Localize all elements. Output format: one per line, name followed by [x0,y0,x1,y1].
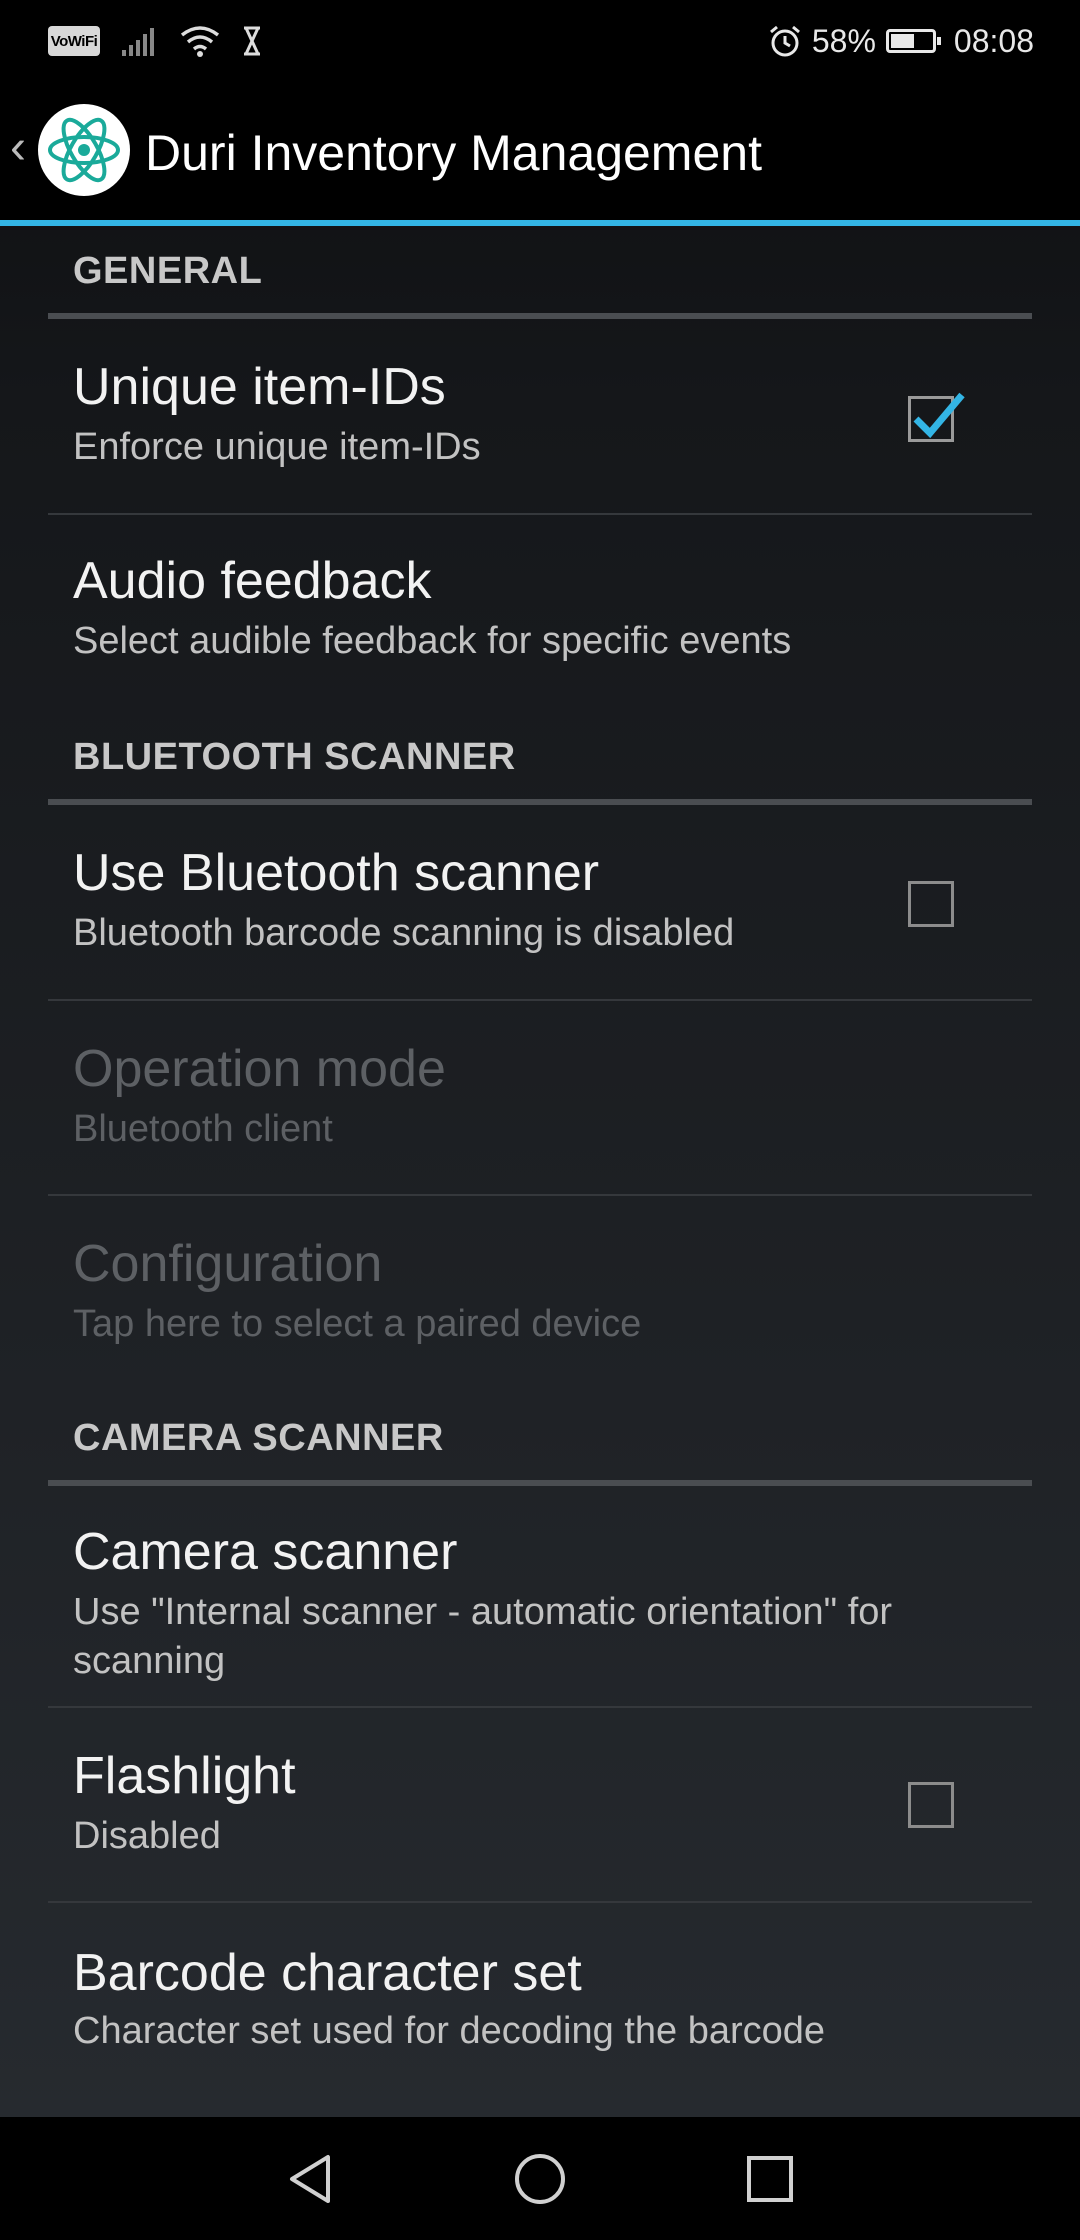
pref-title: Camera scanner [73,1523,458,1581]
wifi-icon [180,26,220,57]
pref-barcode-character-set[interactable]: Barcode character set Character set used… [48,1903,1032,2098]
atom-logo-icon[interactable] [38,104,130,196]
pref-title: Operation mode [73,1040,446,1098]
hourglass-icon [244,26,260,56]
square-recents-icon[interactable] [738,2147,802,2211]
pref-summary: Enforce unique item-IDs [73,426,481,468]
flashlight-checkbox[interactable] [908,1782,954,1828]
pref-summary: Select audible feedback for specific eve… [73,620,792,662]
pref-title: Unique item-IDs [73,358,446,416]
clock: 08:08 [953,22,1034,59]
app-title: Duri Inventory Management [145,125,762,181]
section-header-bluetooth: BLUETOOTH SCANNER [48,705,1032,805]
pref-summary: Character set used for decoding the barc… [73,2010,826,2052]
pref-summary: Disabled [73,1815,221,1857]
vowifi-icon: VoWiFi [48,26,100,56]
pref-summary: Bluetooth client [73,1108,333,1150]
pref-operation-mode: Operation mode Bluetooth client [48,1001,1032,1196]
action-bar: ‹ Duri Inventory Management [0,82,1080,226]
section-title: BLUETOOTH SCANNER [73,736,516,778]
use-bluetooth-checkbox[interactable] [908,881,954,927]
battery-icon [885,29,941,53]
pref-title: Use Bluetooth scanner [73,844,600,902]
checkmark-icon [913,392,965,439]
pref-camera-scanner[interactable]: Camera scanner Use "Internal scanner - a… [48,1486,1032,1708]
battery-fill [890,34,915,48]
section-title: CAMERA SCANNER [73,1417,444,1459]
section-title: GENERAL [73,250,263,292]
status-bar: VoWiFi 58% 08:08 [0,0,1080,82]
pref-unique-item-ids[interactable]: Unique item-IDs Enforce unique item-IDs [48,319,1032,515]
signal-icon [122,28,154,56]
pref-summary: Bluetooth barcode scanning is disabled [73,912,735,954]
pref-summary: Tap here to select a paired device [73,1303,642,1345]
unique-ids-checkbox[interactable] [908,392,965,442]
pref-title: Barcode character set [73,1944,582,2002]
pref-title: Flashlight [73,1747,296,1805]
triangle-back-icon[interactable] [278,2147,342,2211]
section-header-general: GENERAL [48,226,1032,319]
pref-title: Configuration [73,1235,383,1293]
pref-flashlight[interactable]: Flashlight Disabled [48,1708,1032,1903]
circle-home-icon[interactable] [508,2147,572,2211]
up-chevron-icon[interactable]: ‹ [10,124,26,172]
pref-title: Audio feedback [73,552,432,610]
battery-percent: 58% [811,22,876,59]
pref-summary: Use "Internal scanner - automatic orient… [73,1591,893,1682]
pref-use-bluetooth-scanner[interactable]: Use Bluetooth scanner Bluetooth barcode … [48,805,1032,1001]
alarm-icon [769,25,800,57]
section-header-camera: CAMERA SCANNER [48,1386,1032,1486]
pref-audio-feedback[interactable]: Audio feedback Select audible feedback f… [48,515,1032,705]
pref-configuration: Configuration Tap here to select a paire… [48,1196,1032,1386]
navigation-bar [0,2117,1080,2240]
